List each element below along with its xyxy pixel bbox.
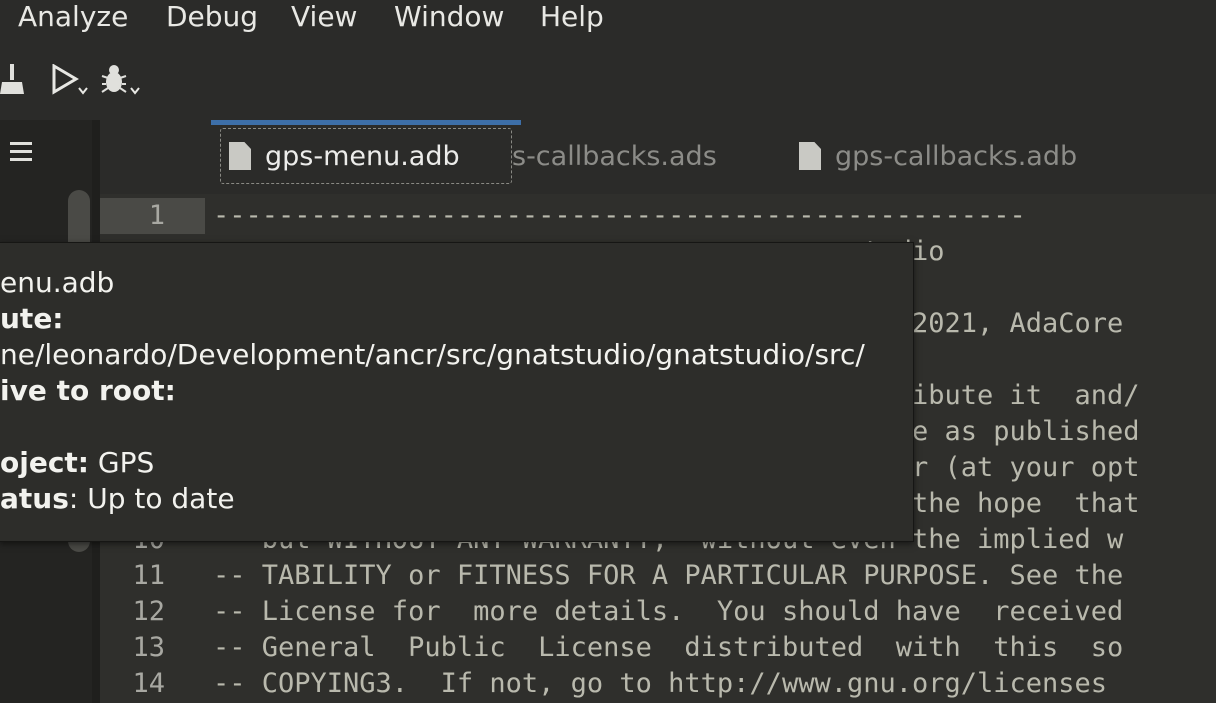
file-tooltip: enu.adb ute: ne/leonardo/Development/anc… — [0, 242, 914, 542]
tooltip-status-label: atus — [0, 482, 69, 515]
line-number: 12 — [132, 596, 165, 627]
file-icon — [799, 142, 821, 170]
line-number: 1 — [100, 198, 205, 234]
tooltip-status-value: : Up to date — [68, 482, 235, 515]
menu-debug[interactable]: Debug — [166, 0, 258, 34]
tab-label: gps-menu.adb — [265, 140, 460, 172]
tab-callbacks-ads[interactable]: s-callbacks.ads — [512, 128, 717, 184]
run-icon[interactable] — [52, 64, 92, 98]
menu-icon[interactable] — [10, 142, 32, 166]
tooltip-relative-label: ive to root: — [0, 374, 176, 407]
tooltip-relative-row: ive to root: — [0, 373, 176, 409]
menu-window[interactable]: Window — [394, 0, 504, 34]
menu-view[interactable]: View — [291, 0, 357, 34]
line-number: 14 — [132, 668, 165, 699]
tooltip-filename: enu.adb — [0, 266, 115, 299]
code-line: 12 -- License for more details. You shoul… — [100, 594, 1216, 630]
debug-icon[interactable] — [100, 62, 144, 98]
toolbar — [0, 58, 200, 108]
file-icon — [229, 142, 251, 170]
line-text: -- General Public License distributed wi… — [213, 632, 1124, 663]
line-number: 13 — [132, 632, 165, 663]
line-text: -- License for more details. You should … — [213, 596, 1124, 627]
tooltip-project-label: oject: — [0, 446, 90, 479]
clean-icon[interactable] — [0, 62, 26, 96]
code-line: 13 -- General Public License distributed … — [100, 630, 1216, 666]
tab-label: s-callbacks.ads — [512, 140, 717, 172]
code-line: 11 -- TABILITY or FITNESS FOR A PARTICULA… — [100, 558, 1216, 594]
line-text: -- COPYING3. If not, go to http://www.gn… — [213, 668, 1108, 699]
line-text: -- TABILITY or FITNESS FOR A PARTICULAR … — [213, 560, 1124, 591]
active-tab-indicator — [211, 120, 521, 125]
line-text: ----------------------------------------… — [213, 200, 1026, 231]
tooltip-absolute-path: ne/leonardo/Development/ancr/src/gnatstu… — [0, 338, 865, 371]
tab-label: gps-callbacks.adb — [835, 140, 1078, 172]
tooltip-absolute-label: ute: — [0, 302, 64, 335]
tooltip-absolute-row: ute: — [0, 301, 64, 337]
menu-bar: Analyze Debug View Window Help — [0, 0, 1216, 36]
line-number: 11 — [132, 560, 165, 591]
tooltip-project-value: GPS — [89, 446, 155, 479]
menu-analyze[interactable]: Analyze — [18, 0, 128, 34]
tooltip-project-row: oject: GPS — [0, 445, 154, 481]
tooltip-status-row: atus: Up to date — [0, 481, 235, 517]
menu-help[interactable]: Help — [540, 0, 604, 34]
tab-gps-menu-adb[interactable]: gps-menu.adb — [220, 128, 512, 184]
code-line: 14 -- COPYING3. If not, go to http://www.… — [100, 666, 1216, 702]
tab-gps-callbacks-adb[interactable]: gps-callbacks.adb — [799, 128, 1077, 184]
code-line: 1 ---------------------------------------… — [100, 198, 1216, 234]
